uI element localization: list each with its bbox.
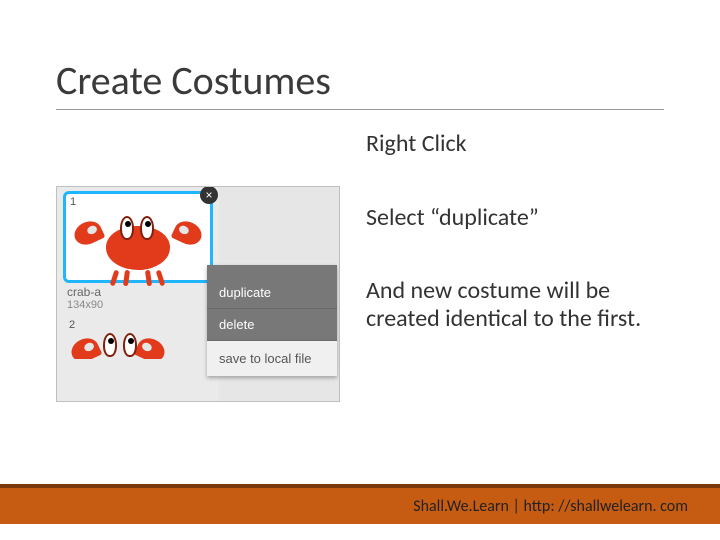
content-row: 1 × crab-a 134x90 2 — [56, 130, 664, 402]
menu-item-save[interactable]: save to local file — [207, 341, 337, 376]
thumb-number: 1 — [70, 196, 76, 208]
thumb-name: crab-a — [57, 283, 219, 299]
context-menu: duplicate delete save to local file — [207, 265, 337, 376]
step-3: And new costume will be created identica… — [366, 277, 664, 332]
instructions: Right Click Select “duplicate” And new c… — [366, 130, 664, 402]
crab-icon — [65, 331, 211, 359]
crab-icon — [76, 208, 200, 276]
costume-thumb-2[interactable]: 2 — [63, 317, 213, 361]
menu-item-delete[interactable]: delete — [207, 309, 337, 341]
thumb-dimensions: 134x90 — [57, 299, 219, 315]
costume-thumb-list: 1 × crab-a 134x90 2 — [57, 187, 219, 401]
screenshot-area: 1 × crab-a 134x90 2 — [56, 130, 340, 402]
step-2: Select “duplicate” — [366, 204, 664, 232]
menu-item-duplicate[interactable]: duplicate — [207, 277, 337, 309]
costume-thumb-1[interactable]: 1 × — [63, 191, 213, 283]
costume-panel: 1 × crab-a 134x90 2 — [56, 186, 340, 402]
thumb-number: 2 — [65, 319, 211, 331]
close-icon[interactable]: × — [200, 186, 218, 204]
step-1: Right Click — [366, 130, 664, 158]
footer-text: Shall.We.Learn | http: //shallwelearn. c… — [413, 497, 688, 516]
page-title: Create Costumes — [56, 56, 664, 110]
